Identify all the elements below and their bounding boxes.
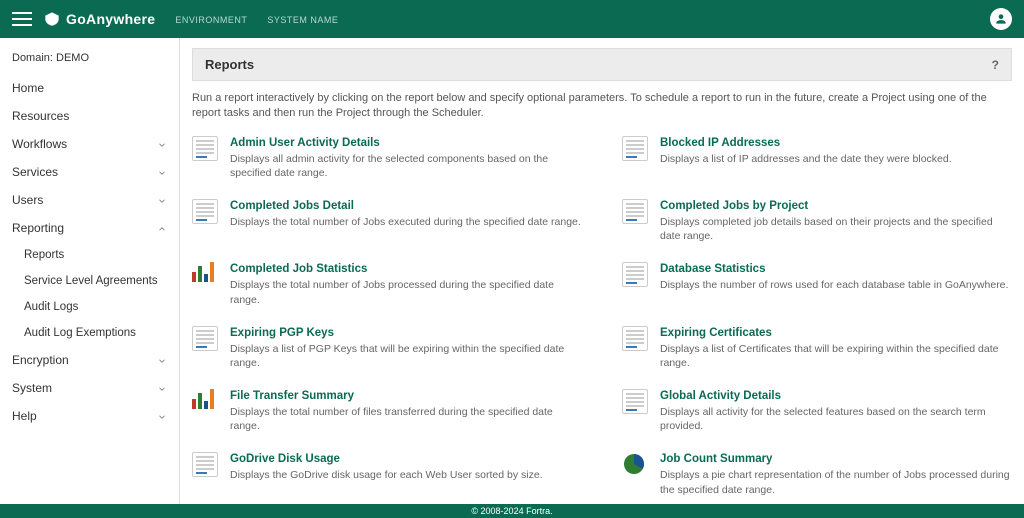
report-description: Displays a list of IP addresses and the …: [660, 152, 952, 166]
report-link[interactable]: GoDrive Disk Usage: [230, 453, 340, 465]
report-item: GoDrive Disk Usage Displays the GoDrive d…: [192, 451, 582, 496]
top-bar: GoAnywhere ENVIRONMENT SYSTEM NAME: [0, 0, 1024, 38]
sidebar-subitem-reports[interactable]: Reports: [0, 242, 179, 268]
document-icon: [192, 326, 218, 354]
sidebar-item-label: Resources: [12, 109, 69, 123]
report-description: Displays the total number of Jobs execut…: [230, 215, 581, 229]
document-icon: [622, 326, 648, 354]
sidebar-item-label: System: [12, 381, 52, 395]
pie-chart-icon: [622, 452, 648, 480]
report-link[interactable]: Job Count Summary: [660, 453, 772, 465]
user-icon: [994, 12, 1008, 26]
chevron-down-icon: [157, 355, 167, 365]
footer-copyright: © 2008-2024 Fortra.: [471, 506, 552, 516]
user-avatar-button[interactable]: [990, 8, 1012, 30]
report-description: Displays completed job details based on …: [660, 215, 1012, 243]
report-item: Database Statistics Displays the number o…: [622, 261, 1012, 306]
document-icon: [622, 199, 648, 227]
report-item: Admin User Activity Details Displays all …: [192, 135, 582, 180]
sidebar-item-label: Home: [12, 81, 44, 95]
menu-toggle-button[interactable]: [12, 12, 32, 26]
sidebar-subitem-service-level-agreements[interactable]: Service Level Agreements: [0, 268, 179, 294]
sidebar-subitem-audit-log-exemptions[interactable]: Audit Log Exemptions: [0, 320, 179, 346]
report-item: Completed Job Statistics Displays the tot…: [192, 261, 582, 306]
page-title: Reports: [205, 57, 254, 72]
report-link[interactable]: Global Activity Details: [660, 390, 781, 402]
report-link[interactable]: Completed Job Statistics: [230, 263, 367, 275]
chevron-down-icon: [157, 383, 167, 393]
domain-label: Domain: DEMO: [0, 48, 179, 74]
brand-logo[interactable]: GoAnywhere: [44, 11, 155, 27]
logo-icon: [44, 11, 60, 27]
chevron-down-icon: [157, 411, 167, 421]
page-intro: Run a report interactively by clicking o…: [192, 81, 1012, 135]
chevron-up-icon: [157, 223, 167, 233]
environment-label: ENVIRONMENT: [175, 13, 247, 25]
sidebar-item-workflows[interactable]: Workflows: [0, 130, 179, 158]
report-description: Displays the total number of files trans…: [230, 405, 582, 433]
chevron-down-icon: [157, 195, 167, 205]
report-item: Completed Jobs by Project Displays comple…: [622, 198, 1012, 243]
sidebar-item-users[interactable]: Users: [0, 186, 179, 214]
system-name-label: SYSTEM NAME: [267, 13, 338, 25]
report-item: Completed Jobs Detail Displays the total …: [192, 198, 582, 243]
report-description: Displays a list of PGP Keys that will be…: [230, 342, 582, 370]
report-description: Displays a pie chart representation of t…: [660, 468, 1012, 496]
report-grid: Admin User Activity Details Displays all …: [192, 135, 1012, 504]
document-icon: [192, 136, 218, 164]
report-description: Displays the number of rows used for eac…: [660, 278, 1008, 292]
chevron-down-icon: [157, 139, 167, 149]
sidebar-item-system[interactable]: System: [0, 374, 179, 402]
document-icon: [622, 389, 648, 417]
sidebar-item-label: Services: [12, 165, 58, 179]
document-icon: [192, 452, 218, 480]
footer: © 2008-2024 Fortra.: [0, 504, 1024, 518]
report-description: Displays the GoDrive disk usage for each…: [230, 468, 543, 482]
sidebar-item-label: Workflows: [12, 137, 67, 151]
sidebar-item-services[interactable]: Services: [0, 158, 179, 186]
bar-chart-icon: [192, 389, 218, 417]
sidebar-item-encryption[interactable]: Encryption: [0, 346, 179, 374]
chevron-down-icon: [157, 167, 167, 177]
sidebar: Domain: DEMO Home Resources Workflows Servi…: [0, 38, 180, 504]
sidebar-item-label: Reporting: [12, 221, 64, 235]
report-link[interactable]: File Transfer Summary: [230, 390, 354, 402]
document-icon: [192, 199, 218, 227]
report-item: Job Count Summary Displays a pie chart re…: [622, 451, 1012, 496]
sidebar-subitem-audit-logs[interactable]: Audit Logs: [0, 294, 179, 320]
report-item: Global Activity Details Displays all acti…: [622, 388, 1012, 433]
sidebar-item-label: Help: [12, 409, 37, 423]
report-link[interactable]: Database Statistics: [660, 263, 765, 275]
report-item: Expiring Certificates Displays a list of …: [622, 325, 1012, 370]
report-link[interactable]: Expiring Certificates: [660, 327, 772, 339]
report-description: Displays all admin activity for the sele…: [230, 152, 582, 180]
sidebar-item-resources[interactable]: Resources: [0, 102, 179, 130]
sidebar-item-help[interactable]: Help: [0, 402, 179, 430]
sidebar-item-label: Encryption: [12, 353, 69, 367]
report-description: Displays all activity for the selected f…: [660, 405, 1012, 433]
document-icon: [622, 136, 648, 164]
document-icon: [622, 262, 648, 290]
bar-chart-icon: [192, 262, 218, 290]
brand-name: GoAnywhere: [66, 11, 155, 27]
report-description: Displays the total number of Jobs proces…: [230, 278, 582, 306]
sidebar-item-home[interactable]: Home: [0, 74, 179, 102]
sidebar-item-reporting[interactable]: Reporting: [0, 214, 179, 242]
sidebar-item-label: Users: [12, 193, 43, 207]
report-item: Expiring PGP Keys Displays a list of PGP …: [192, 325, 582, 370]
content-area: Reports ? Run a report interactively by …: [180, 38, 1024, 504]
report-item: File Transfer Summary Displays the total …: [192, 388, 582, 433]
report-description: Displays a list of Certificates that wil…: [660, 342, 1012, 370]
report-link[interactable]: Completed Jobs by Project: [660, 200, 808, 212]
report-item: Blocked IP Addresses Displays a list of I…: [622, 135, 1012, 180]
report-link[interactable]: Admin User Activity Details: [230, 137, 380, 149]
report-link[interactable]: Completed Jobs Detail: [230, 200, 354, 212]
page-header: Reports ?: [192, 48, 1012, 81]
help-icon[interactable]: ?: [992, 58, 999, 72]
report-link[interactable]: Expiring PGP Keys: [230, 327, 334, 339]
report-link[interactable]: Blocked IP Addresses: [660, 137, 780, 149]
